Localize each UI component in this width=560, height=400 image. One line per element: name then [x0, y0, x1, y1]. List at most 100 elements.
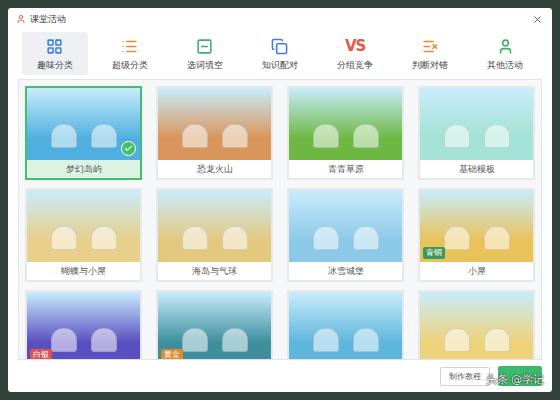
template-thumbnail [158, 190, 271, 262]
hut-shape [353, 328, 379, 352]
activity-tab[interactable]: 知识配对 [247, 32, 313, 75]
template-label: 恐龙火山 [158, 160, 271, 178]
template-card[interactable]: 白银 [25, 290, 142, 360]
title-bar: 课堂活动 [8, 8, 552, 30]
template-thumbnail: 青铜 [420, 190, 533, 262]
template-card[interactable] [418, 290, 535, 360]
close-button[interactable] [530, 12, 544, 26]
activity-icon [271, 38, 288, 55]
activity-tab[interactable]: VS 分组竞争 [322, 32, 388, 75]
template-label: 蝴蝶与小屋 [27, 262, 140, 280]
tab-icon: VS [345, 36, 365, 56]
activity-tab[interactable]: 趣味分类 [22, 32, 88, 75]
hut-shape [444, 226, 470, 250]
hut-shape [313, 328, 339, 352]
tab-icon [420, 36, 440, 56]
confirm-button[interactable] [498, 366, 542, 386]
hut-shape [353, 226, 379, 250]
tab-icon [495, 36, 515, 56]
template-thumbnail [420, 292, 533, 360]
tab-label: 知识配对 [262, 59, 298, 72]
dialog-footer: 制作教程头条 @学记 [8, 360, 552, 392]
template-card[interactable]: 黄金 [156, 290, 273, 360]
hut-shape [222, 124, 248, 148]
template-card[interactable]: 海岛与气球 [156, 188, 273, 282]
close-icon [532, 14, 543, 25]
tab-icon [120, 36, 140, 56]
template-label: 青青草原 [289, 160, 402, 178]
activity-icon [497, 38, 514, 55]
tutorial-button[interactable]: 制作教程 [440, 367, 490, 386]
watermark: 头条 @学记 [486, 372, 545, 387]
tab-label: 选词填空 [187, 59, 223, 72]
hut-shape [182, 124, 208, 148]
template-thumbnail [27, 190, 140, 262]
template-card[interactable] [287, 290, 404, 360]
selected-badge [121, 141, 136, 156]
template-label: 冰雪城堡 [289, 262, 402, 280]
tab-icon [45, 36, 65, 56]
tab-icon [195, 36, 215, 56]
template-card[interactable]: 冰雪城堡 [287, 188, 404, 282]
template-panel: 梦幻岛屿恐龙火山青青草原基础模板蝴蝶与小屋海岛与气球冰雪城堡青铜小屋白银黄金 [18, 79, 542, 360]
activity-tab[interactable]: 选词填空 [172, 32, 238, 75]
template-thumbnail [27, 88, 140, 160]
template-label: 海岛与气球 [158, 262, 271, 280]
hut-shape [182, 226, 208, 250]
template-thumbnail: 白银 [27, 292, 140, 360]
activity-icon [46, 38, 63, 55]
tab-bar: 趣味分类 超级分类 选词填空 知识配对 VS 分组竞争 判断对错 其他活动 [8, 30, 552, 77]
app-user-icon [16, 14, 26, 24]
template-thumbnail [158, 88, 271, 160]
template-label: 小屋 [420, 262, 533, 280]
hut-shape [484, 124, 510, 148]
template-grid: 梦幻岛屿恐龙火山青青草原基础模板蝴蝶与小屋海岛与气球冰雪城堡青铜小屋白银黄金 [25, 86, 535, 360]
activity-icon [121, 38, 138, 55]
template-card[interactable]: 蝴蝶与小屋 [25, 188, 142, 282]
hut-shape [51, 124, 77, 148]
hut-shape [353, 124, 379, 148]
activity-dialog: 课堂活动趣味分类 超级分类 选词填空 知识配对 VS 分组竞争 判断对错 其他活动梦幻岛屿恐龙… [8, 8, 552, 392]
hut-shape [484, 226, 510, 250]
hut-shape [91, 226, 117, 250]
hut-shape [222, 226, 248, 250]
activity-icon [196, 38, 213, 55]
hut-shape [444, 328, 470, 352]
activity-tab[interactable]: 判断对错 [397, 32, 463, 75]
activity-icon [422, 38, 439, 55]
hut-shape [444, 124, 470, 148]
check-icon [124, 144, 133, 153]
hut-shape [91, 124, 117, 148]
level-badge: 青铜 [423, 247, 445, 259]
window-title: 课堂活动 [30, 13, 526, 26]
level-badge: 黄金 [161, 349, 183, 360]
level-badge: 白银 [30, 349, 52, 360]
template-thumbnail [289, 88, 402, 160]
hut-shape [222, 328, 248, 352]
vs-icon: VS [345, 37, 365, 55]
hut-shape [182, 328, 208, 352]
template-card[interactable]: 青铜小屋 [418, 188, 535, 282]
template-label: 梦幻岛屿 [27, 160, 140, 178]
hut-shape [484, 328, 510, 352]
template-thumbnail [289, 190, 402, 262]
template-thumbnail [420, 88, 533, 160]
tab-label: 判断对错 [412, 59, 448, 72]
hut-shape [313, 124, 339, 148]
activity-tab[interactable]: 超级分类 [97, 32, 163, 75]
hut-shape [51, 328, 77, 352]
template-card[interactable]: 青青草原 [287, 86, 404, 180]
template-thumbnail [289, 292, 402, 360]
activity-tab[interactable]: 其他活动 [472, 32, 538, 75]
desktop-background: 课堂活动趣味分类 超级分类 选词填空 知识配对 VS 分组竞争 判断对错 其他活动梦幻岛屿恐龙… [0, 0, 560, 400]
tab-label: 趣味分类 [37, 59, 73, 72]
hut-shape [51, 226, 77, 250]
template-card[interactable]: 恐龙火山 [156, 86, 273, 180]
tab-label: 超级分类 [112, 59, 148, 72]
template-thumbnail: 黄金 [158, 292, 271, 360]
tab-label: 分组竞争 [337, 59, 373, 72]
template-label: 基础模板 [420, 160, 533, 178]
template-card[interactable]: 梦幻岛屿 [25, 86, 142, 180]
tab-label: 其他活动 [487, 59, 523, 72]
template-card[interactable]: 基础模板 [418, 86, 535, 180]
